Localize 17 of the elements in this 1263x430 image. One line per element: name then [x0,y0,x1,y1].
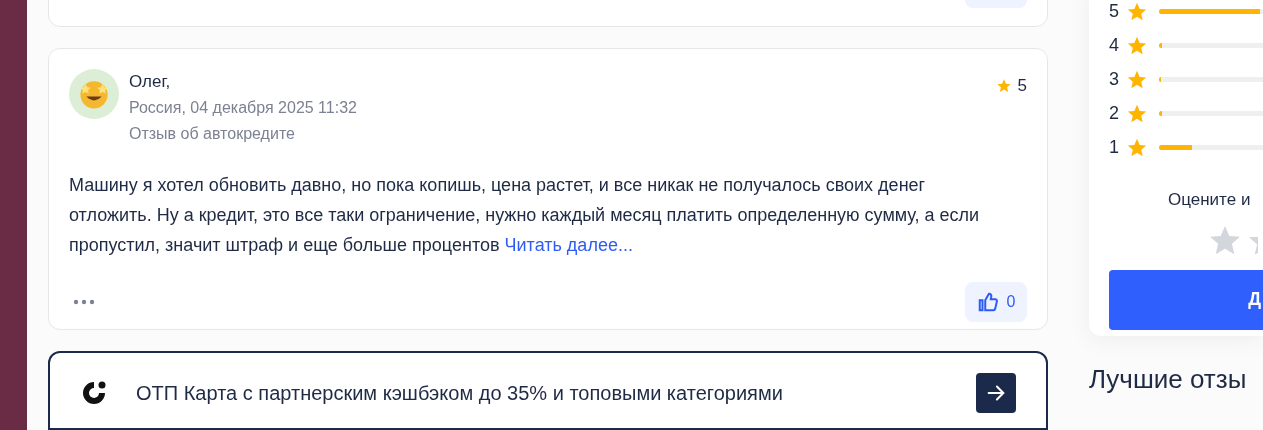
rate-prompt: Оцените и [1168,189,1252,211]
review-rating: 5 [1017,74,1027,97]
rating-label: 4 [1109,34,1120,57]
author-name: Олег, [129,70,172,93]
like-button[interactable]: 0 [965,281,1027,322]
promo-title: ОТП Карта с партнерским кэшбэком до 35% и топовыми категориями [136,380,783,406]
rating-label: 1 [1109,136,1120,159]
promo-card[interactable]: ОТП Карта с партнерским кэшбэком до 35% и топовыми категориями [48,351,1048,430]
review-text: Машину я хотел обновить давно, но пока копишь, цена растет, и все никак не получалось своих денег отложить. Ну а кредит, это все таки ограничение, нужно каждый месяц платить определенную сумму, а если пропустил, значит штраф и еще больше процентов Читать далее... [69,173,981,257]
submit-button[interactable]: Д [1109,269,1263,330]
read-more-link[interactable]: Читать далее... [504,234,633,255]
rating-label: 2 [1109,102,1120,125]
review-topic: Отзыв об автокредите [129,123,296,144]
review-meta: Россия, 04 декабря 2025 11:32 [129,97,357,118]
rating-label: 3 [1109,68,1120,91]
section-heading: Лучшие отзы [1089,363,1248,396]
rating-label: 5 [1109,0,1120,23]
